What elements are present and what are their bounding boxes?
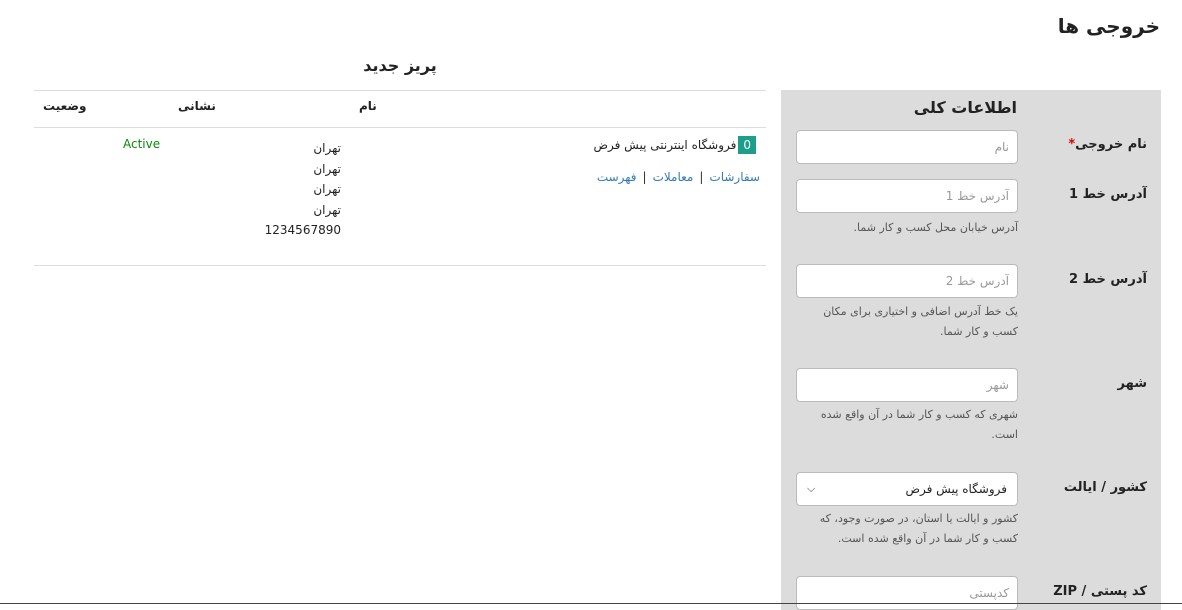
panel-heading: اطلاعات کلی [913,98,1017,117]
link-separator: | [699,170,704,184]
state-label: کشور / ایالت [1063,480,1147,495]
address2-label: آدرس خط 2 [1069,272,1147,287]
address-line: 1234567890 [264,223,341,237]
column-header-address: نشانی [178,99,216,113]
table-row-name: 0 فروشگاه اینترنتی پیش فرض [593,136,756,154]
city-help: شهری که کسب و کار شما در آن واقع شده است… [820,408,1018,441]
city-label: شهر [1117,376,1147,391]
store-address: تهران تهران تهران تهران 1234567890 [265,138,341,241]
city-input[interactable] [796,368,1018,402]
table-top-border [34,90,766,91]
store-id-badge: 0 [738,136,756,154]
address-line: تهران [313,161,341,176]
store-name: فروشگاه اینترنتی پیش فرض [593,138,737,152]
state-help: کشور و ایالت یا استان، در صورت وجود، که … [819,512,1018,545]
outlet-name-input[interactable] [796,130,1018,164]
address1-help: آدرس خیابان محل کسب و کار شما. [853,221,1018,234]
status-badge: Active [123,137,161,151]
address-line: تهران [313,141,341,155]
address1-input[interactable] [796,179,1018,213]
table-header-border [34,127,766,128]
column-header-name: نام [359,99,377,113]
state-select-value: فروشگاه پیش فرض [905,482,1007,496]
page-title: خروجی ها [1057,14,1160,38]
address1-label: آدرس خط 1 [1069,187,1147,202]
address2-help: یک خط آدرس اضافی و اختیاری برای مکان کسب… [823,305,1018,338]
chevron-down-icon: ⌵ [807,482,816,495]
link-separator: | [642,170,647,184]
table-heading: پریز جدید [363,56,437,75]
outlet-name-label: نام خروجی* [1064,137,1147,152]
field-label-text: نام خروجی [1075,137,1147,152]
table-bottom-border [34,265,766,266]
zip-input[interactable] [796,576,1018,610]
orders-link[interactable]: سفارشات [709,170,760,184]
row-actions: سفارشات | معاملات | فهرست [597,170,760,184]
zip-label: کد پستی / ZIP [1053,584,1147,599]
address-line: تهران [313,202,341,217]
list-link[interactable]: فهرست [597,170,637,184]
transactions-link[interactable]: معاملات [653,170,694,184]
general-info-panel: اطلاعات کلی نام خروجی* آدرس خط 1 آدرس خی… [781,90,1161,610]
window-bottom-edge [0,603,1182,604]
state-select[interactable]: فروشگاه پیش فرض ⌵ [796,472,1018,506]
address2-input[interactable] [796,264,1018,298]
address-line: تهران [313,182,341,196]
column-header-status: وضعیت [43,99,87,113]
